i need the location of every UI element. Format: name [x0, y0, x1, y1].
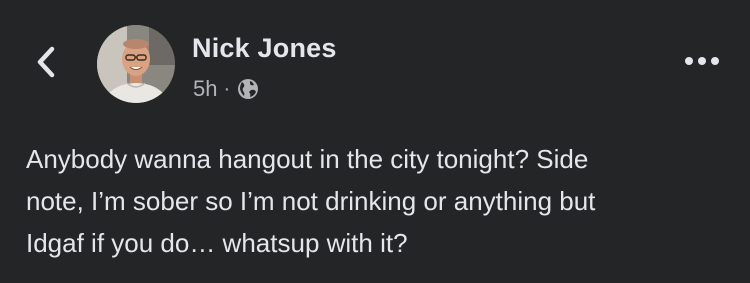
author-name[interactable]: Nick Jones — [192, 33, 337, 64]
more-horizontal-icon — [684, 53, 720, 71]
post-screen: Nick Jones 5h · Anybody wanna hangout in… — [0, 0, 750, 283]
avatar[interactable] — [97, 25, 175, 103]
separator-dot: · — [223, 77, 231, 100]
post-text: Anybody wanna hangout in the city tonigh… — [26, 144, 596, 258]
more-options-button[interactable] — [680, 44, 724, 80]
back-button[interactable] — [24, 40, 68, 88]
post-meta: 5h · — [193, 76, 260, 102]
chevron-left-icon — [35, 45, 57, 84]
timestamp[interactable]: 5h — [193, 76, 217, 102]
globe-icon — [236, 77, 260, 101]
